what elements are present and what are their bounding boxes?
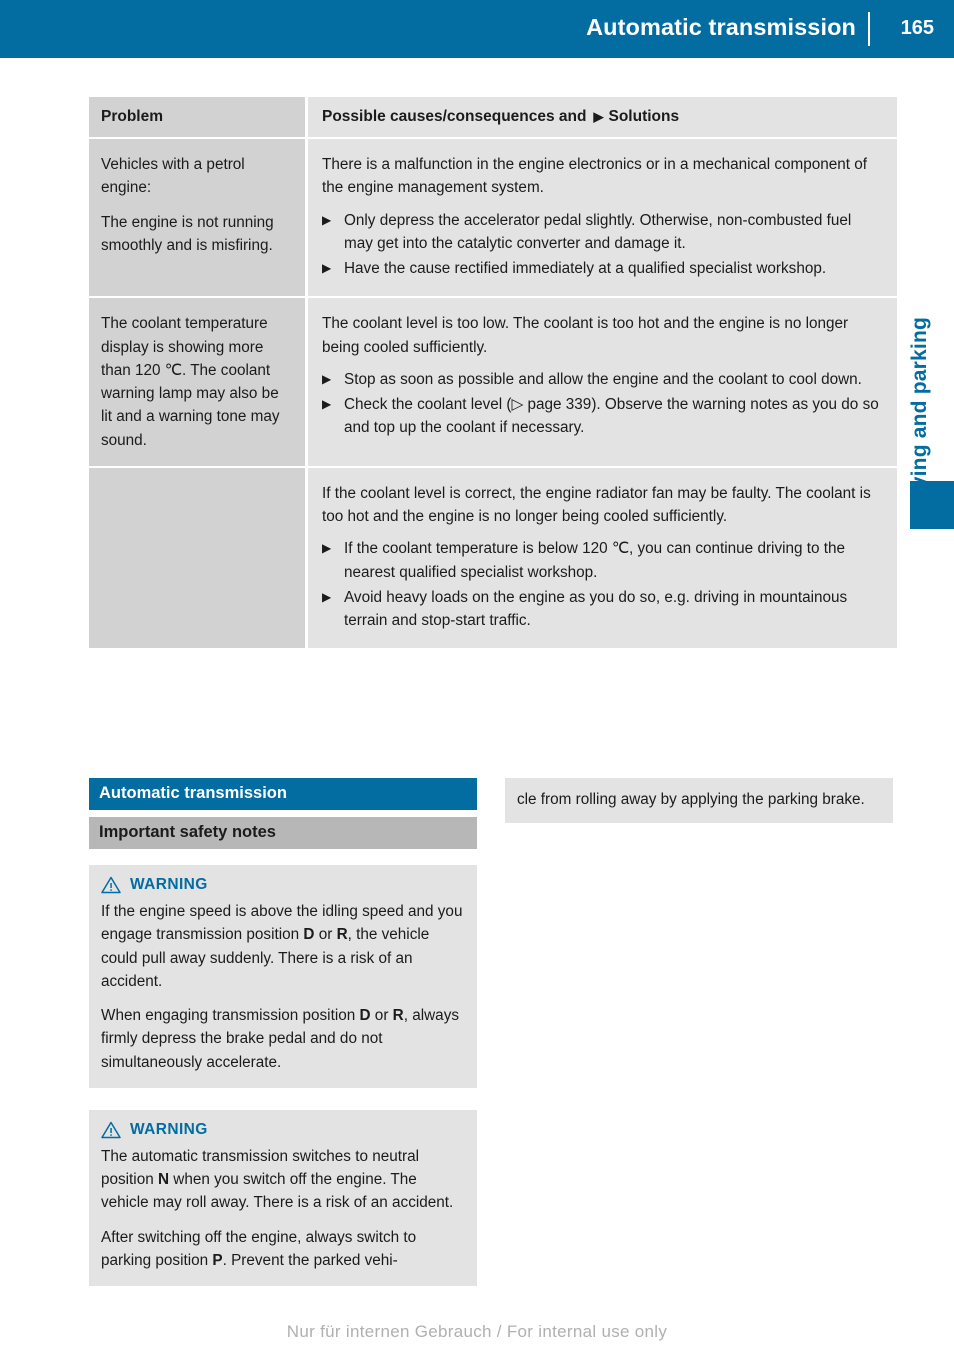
solution-step: ▶ Stop as soon as possible and allow the… [322,368,881,391]
solution-step-text: Avoid heavy loads on the engine as you d… [344,588,848,629]
warning-box: WARNING The automatic transmission switc… [89,1109,477,1286]
warning-header: WARNING [101,876,463,894]
left-column: Automatic transmission Important safety … [89,778,477,1286]
solution-step: ▶ Check the coolant level (▷ page 339). … [322,393,881,440]
table-header-problem: Problem [89,97,305,137]
body-columns: Automatic transmission Important safety … [89,778,897,1308]
warning-label: WARNING [130,1120,208,1138]
table-cell-solution: The coolant level is too low. The coolan… [308,298,897,466]
troubleshooting-table: Problem Possible causes/consequences and… [89,97,897,650]
footer-notice: Nur für internen Gebrauch / For internal… [286,1322,668,1341]
step-arrow-icon: ▶ [322,397,332,411]
step-arrow-icon: ▶ [322,541,332,556]
warning-box: WARNING If the engine speed is above the… [89,865,477,1088]
solution-step-text: Check the coolant level (▷ page 339). Ob… [344,396,879,437]
problem-paragraph: The engine is not running smoothly and i… [101,213,274,254]
table-row: If the coolant level is correct, the eng… [89,467,897,649]
warning-triangle-icon [101,876,121,894]
subsection-heading: Important safety notes [89,817,477,849]
warning-header: WARNING [101,1121,463,1139]
step-arrow-icon: ▶ [322,589,332,604]
table-header-causes-suffix: Solutions [608,108,680,125]
solutions-arrow-icon: ▶ [593,109,604,124]
warning-paragraph: The automatic transmission switches to n… [101,1147,454,1212]
page-title: Automatic transmission [586,14,856,40]
chapter-tab-marker [910,481,954,529]
solution-step-text: If the coolant temperature is below 120 … [344,540,846,581]
step-arrow-icon: ▶ [322,212,332,227]
solution-step-text: Stop as soon as possible and allow the e… [344,370,862,388]
table-cell-solution: If the coolant level is correct, the eng… [308,467,897,649]
continuation-text: cle from rolling away by applying the pa… [517,791,865,808]
table-row: Vehicles with a petrol engine: The engin… [89,139,897,297]
right-column: cle from rolling away by applying the pa… [505,778,893,824]
header-divider [868,12,870,46]
solution-step: ▶ Have the cause rectified immediately a… [322,257,881,280]
page-header: Automatic transmission 165 [0,0,954,58]
warning-paragraph: When engaging transmission position D or… [101,1007,459,1071]
table-header-causes-prefix: Possible causes/consequences and [322,108,587,125]
cause-text: There is a malfunction in the engine ele… [322,156,868,197]
cause-text: If the coolant level is correct, the eng… [322,484,871,525]
cause-text: The coolant level is too low. The coolan… [322,315,849,356]
table-cell-problem-empty [89,467,305,649]
solution-step: ▶ Only depress the accelerator pedal sli… [322,209,881,256]
table-row: The coolant temperature display is showi… [89,298,897,466]
warning-triangle-icon [101,1121,121,1138]
table-header-causes: Possible causes/consequences and ▶ Solutio… [308,97,897,137]
solution-step-list: ▶ Stop as soon as possible and allow the… [322,368,881,440]
solution-step: ▶ Avoid heavy loads on the engine as you… [322,586,881,633]
step-arrow-icon: ▶ [322,261,332,275]
table-cell-problem: The coolant temperature display is showi… [89,298,305,466]
solution-step-list: ▶ If the coolant temperature is below 12… [322,537,881,632]
warning-paragraph: If the engine speed is above the idling … [101,903,463,990]
section-heading: Automatic transmission [89,778,477,810]
problem-paragraph: The coolant temperature display is showi… [101,315,280,449]
problem-paragraph: Vehicles with a petrol engine: [101,156,245,197]
table-cell-solution: There is a malfunction in the engine ele… [308,139,897,297]
continuation-box: cle from rolling away by applying the pa… [505,778,893,824]
solution-step-text: Have the cause rectified immediately at … [344,260,827,277]
page-number: 165 [900,17,934,39]
warning-paragraph: After switching off the engine, always s… [101,1228,417,1269]
step-arrow-icon: ▶ [322,371,332,386]
warning-label: WARNING [130,876,208,893]
solution-step: ▶ If the coolant temperature is below 12… [322,537,881,584]
solution-step-text: Only depress the accelerator pedal sligh… [344,211,852,252]
table-header-row: Problem Possible causes/consequences and… [89,97,897,137]
chapter-tab-label: Driving and parking [908,317,931,518]
solution-step-list: ▶ Only depress the accelerator pedal sli… [322,209,881,281]
table-cell-problem: Vehicles with a petrol engine: The engin… [89,139,305,297]
